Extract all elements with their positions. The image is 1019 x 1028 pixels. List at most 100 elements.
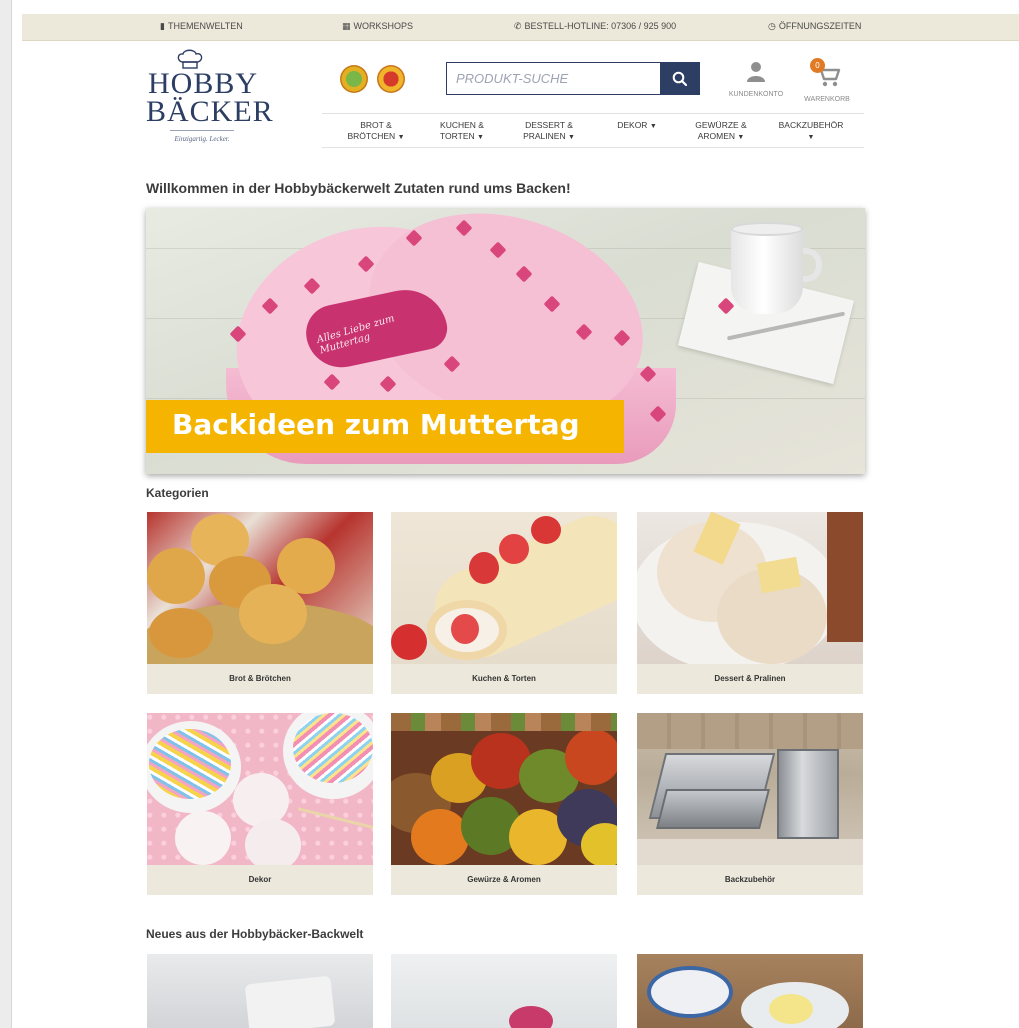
category-image [637, 512, 863, 664]
table-surface-shape [637, 839, 863, 865]
herb-row-shape [391, 713, 617, 731]
cake-pop-shape [175, 811, 231, 865]
cake-pop-shape [245, 819, 301, 865]
caret-down-icon: ▼ [397, 134, 405, 141]
nav-label-line1: GEWÜRZE & [695, 120, 747, 130]
category-label: Brot & Brötchen [229, 674, 291, 683]
oeffnungszeiten-label: ÖFFNUNGSZEITEN [778, 21, 862, 31]
baking-tin-shape [777, 749, 839, 839]
news-card[interactable] [391, 954, 617, 1028]
nav-label-line2: AROMEN [697, 131, 735, 141]
nav-item-dessert-pralinen[interactable]: DESSERT & PRALINEN ▼ [514, 120, 584, 143]
sprinkles-shape [149, 729, 231, 799]
account-link[interactable]: KUNDENKONTO [722, 61, 790, 98]
news-image-shape [509, 1006, 553, 1028]
category-tile-kuchen-torten[interactable]: Kuchen & Torten [391, 512, 617, 694]
cart-count-badge: 0 [810, 58, 825, 73]
nav-item-gewuerze-aromen[interactable]: GEWÜRZE & AROMEN ▼ [686, 120, 756, 143]
logo-line-2: BÄCKER [146, 95, 274, 128]
cinnamon-shape [827, 512, 863, 642]
category-tile-brot-broetchen[interactable]: Brot & Brötchen [147, 512, 373, 694]
roll-shape [147, 548, 205, 604]
strawberry-shape [531, 516, 561, 544]
sprinkles-shape [293, 713, 373, 783]
nav-label-line1: DEKOR [617, 120, 648, 130]
caret-down-icon: ▼ [649, 123, 657, 130]
category-tile-backzubehoer[interactable]: Backzubehör [637, 713, 863, 895]
category-label: Backzubehör [724, 875, 776, 884]
category-tile-dekor[interactable]: Dekor [147, 713, 373, 895]
hero-banner-text: Backideen zum Muttertag [172, 408, 580, 441]
themenwelten-label: THEMENWELTEN [167, 21, 243, 31]
oeffnungszeiten-link[interactable]: ◷ ÖFFNUNGSZEITEN [768, 21, 861, 32]
nav-label-line1: KUCHEN & [440, 120, 484, 130]
cup-image [731, 228, 803, 314]
nav-label-line1: DESSERT & [525, 120, 573, 130]
search-icon [672, 71, 688, 86]
category-nav: BROT & BRÖTCHEN ▼ KUCHEN & TORTEN ▼ DESS… [322, 113, 864, 148]
category-image [147, 512, 373, 664]
spice-heap-shape [411, 809, 469, 865]
news-image-shape [769, 994, 813, 1024]
category-image [147, 713, 373, 865]
nav-item-backzubehoer[interactable]: BACKZUBEHÖR ▼ [772, 120, 850, 143]
user-icon [747, 62, 765, 82]
hero-banner-label: Backideen zum Muttertag [146, 400, 624, 453]
roll-shape [149, 608, 213, 658]
news-image-shape [244, 975, 336, 1028]
hotline-link[interactable]: ✆ BESTELL-HOTLINE: 07306 / 925 900 [514, 21, 676, 32]
nav-item-brot-broetchen[interactable]: BROT & BRÖTCHEN ▼ [344, 120, 408, 143]
news-image [391, 954, 617, 1028]
clock-icon: ◷ [768, 21, 776, 31]
nav-label-line2: BRÖTCHEN [347, 131, 396, 141]
phone-icon: ✆ [514, 21, 522, 31]
news-card[interactable] [147, 954, 373, 1028]
nav-item-dekor[interactable]: DEKOR ▼ [612, 120, 662, 132]
nav-label-line2: TORTEN [440, 131, 475, 141]
window-top [12, 0, 1019, 14]
workshop-icon: ▦ [342, 21, 351, 31]
nav-label-line1: BROT & [360, 120, 392, 130]
cake-pop-shape [233, 773, 289, 827]
workshops-link[interactable]: ▦ WORKSHOPS [342, 21, 413, 32]
news-image-shape [647, 966, 733, 1018]
category-label: Dekor [248, 875, 272, 884]
search-input[interactable] [446, 62, 660, 95]
top-utility-bar: ▮ THEMENWELTEN ▦ WORKSHOPS ✆ BESTELL-HOTLIN… [22, 14, 1019, 41]
news-heading: Neues aus der Hobbybäcker-Backwelt [146, 927, 364, 941]
nav-item-kuchen-torten[interactable]: KUCHEN & TORTEN ▼ [430, 120, 494, 143]
category-image [391, 512, 617, 664]
category-tile-dessert-pralinen[interactable]: Dessert & Pralinen [637, 512, 863, 694]
categories-heading: Kategorien [146, 486, 209, 500]
spice-heap-shape [581, 823, 617, 865]
hobbybaecker-logo[interactable]: HOBBY BÄCKER Einzigartig. Lecker. [140, 48, 280, 150]
wood-wall-shape [637, 713, 863, 749]
strawberry-shape [391, 624, 427, 660]
nav-label-line2: PRALINEN [523, 131, 566, 141]
hotline-label: BESTELL-HOTLINE: 07306 / 925 900 [524, 21, 677, 31]
category-tile-gewuerze-aromen[interactable]: Gewürze & Aromen [391, 713, 617, 895]
product-search [446, 62, 700, 95]
account-label: KUNDENKONTO [728, 91, 784, 98]
nav-label-line1: BACKZUBEHÖR [778, 120, 844, 130]
spice-heap-shape [565, 729, 617, 785]
book-icon: ▮ [160, 21, 165, 31]
news-card[interactable] [637, 954, 863, 1028]
hero-banner[interactable]: Alles Liebe zum Muttertag Backideen zum … [146, 208, 865, 474]
category-label: Dessert & Pralinen [714, 674, 786, 683]
strawberry-shape [451, 614, 479, 644]
caret-down-icon: ▼ [567, 134, 575, 141]
caret-down-icon: ▼ [477, 134, 484, 141]
plaque-text: Alles Liebe zum Muttertag [315, 313, 396, 357]
category-image [637, 713, 863, 865]
category-label: Gewürze & Aromen [467, 875, 541, 884]
cart-link[interactable]: 0 WARENKORB [796, 58, 858, 103]
ehi-seal-badge[interactable] [377, 65, 405, 93]
quality-seal-badge[interactable] [340, 65, 368, 93]
logo-tagline: Einzigartig. Lecker. [174, 135, 230, 143]
cake-pop-stick [297, 807, 373, 830]
window-edge [0, 0, 12, 1028]
baking-tin-shape [656, 789, 770, 829]
search-button[interactable] [660, 62, 700, 95]
themenwelten-link[interactable]: ▮ THEMENWELTEN [160, 21, 243, 32]
